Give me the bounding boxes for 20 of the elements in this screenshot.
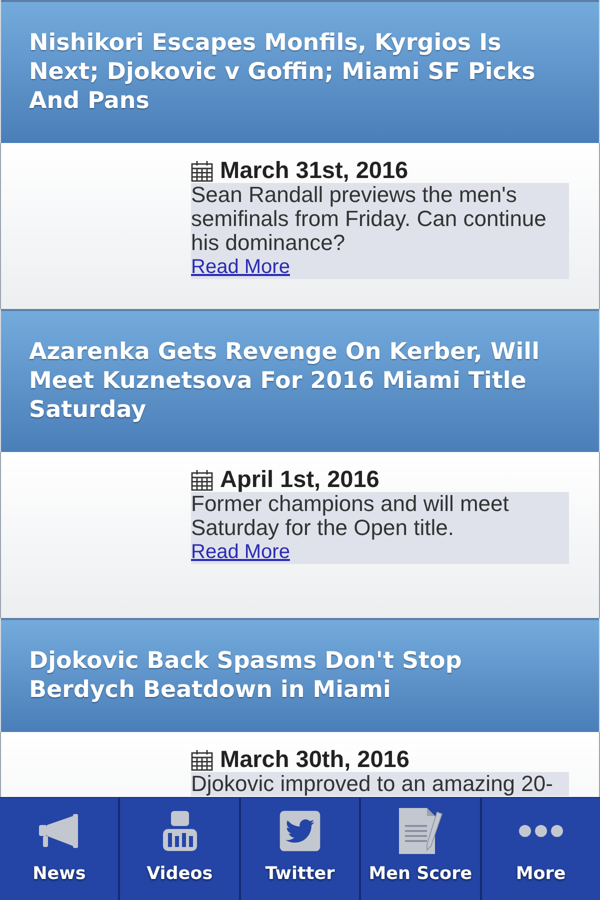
read-more-link[interactable]: Read More: [191, 255, 290, 279]
article-title: Nishikori Escapes Monfils, Kyrgios Is Next; Djokovic v Goffin; Miami SF Picks And Pans: [29, 29, 536, 116]
article-header[interactable]: Nishikori Escapes Monfils, Kyrgios Is Next; Djokovic v Goffin; Miami SF Picks And Pans: [1, 0, 599, 143]
article-summary: Sean Randall previews the men's semifinals from Friday. Can continue his dominance?: [191, 183, 548, 255]
ellipsis-icon: [518, 825, 563, 837]
article-date: March 31st, 2016: [220, 158, 408, 183]
megaphone-icon: [39, 814, 80, 848]
calendar-icon: [191, 748, 213, 770]
article-date: March 30th, 2016: [220, 747, 410, 772]
article-title: Azarenka Gets Revenge On Kerber, Will Meet Kuznetsova For 2016 Miami Title Saturday: [29, 338, 540, 425]
article-title: Djokovic Back Spasms Don't Stop Berdych Beatdown in Miami: [29, 647, 463, 705]
article-date: April 1st, 2016: [220, 467, 380, 492]
article-header[interactable]: Azarenka Gets Revenge On Kerber, Will Meet Kuznetsova For 2016 Miami Title Saturday: [1, 309, 599, 452]
article-summary: Former champions and will meet Saturday for the Open title.: [191, 492, 510, 540]
calendar-icon: [191, 160, 213, 182]
read-more-link[interactable]: Read More: [191, 540, 290, 564]
video-logo-icon: [162, 811, 197, 851]
calendar-icon: [191, 468, 213, 490]
document-pencil-icon: [397, 808, 444, 854]
article-summary: Djokovic improved to an amazing 20-: [191, 772, 553, 796]
